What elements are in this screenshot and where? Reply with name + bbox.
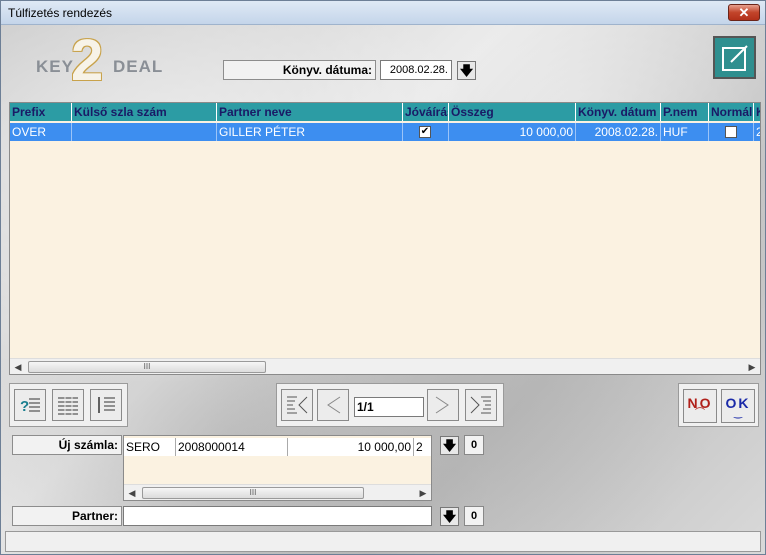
date-input[interactable]: 2008.02.28.: [380, 60, 452, 80]
uj-szamla-prefix: SERO: [124, 438, 176, 456]
uj-szamla-extra: 2: [414, 438, 431, 456]
cell-prefix: OVER: [10, 123, 72, 141]
cell-p-nem: HUF: [661, 123, 709, 141]
main-window: Túlfizetés rendezés ✕ KEY 2 DEAL Könyv. …: [0, 0, 766, 555]
columns-list-button[interactable]: [52, 389, 84, 421]
logo-deal-text: DEAL: [113, 57, 164, 76]
next-page-button[interactable]: [427, 389, 459, 421]
uj-szamla-osszeg: 10 000,00: [288, 438, 414, 456]
edit-form-button[interactable]: [713, 36, 756, 79]
page-indicator[interactable]: 1/1: [354, 397, 424, 417]
cell-osszeg: 10 000,00: [449, 123, 576, 141]
column-header-jovairas[interactable]: Jóváírás: [403, 103, 449, 121]
svg-text:?: ?: [20, 398, 29, 415]
scroll-left-icon[interactable]: ◀: [124, 485, 140, 500]
cell-k: 2: [754, 123, 760, 141]
jovairas-checkbox[interactable]: ✔: [419, 126, 431, 138]
column-header-p-nem[interactable]: P.nem: [661, 103, 709, 121]
title-bar: Túlfizetés rendezés ✕: [1, 1, 765, 25]
down-arrow-icon: 🡇: [442, 509, 457, 524]
column-header-kulso-szla-szam[interactable]: Külső szla szám: [72, 103, 217, 121]
grid-horizontal-scrollbar[interactable]: ◀ III ▶: [10, 358, 760, 374]
close-button[interactable]: ✕: [728, 4, 760, 21]
column-header-normal[interactable]: Normál: [709, 103, 754, 121]
scroll-thumb[interactable]: III: [142, 487, 364, 499]
grid-header: Prefix Külső szla szám Partner neve Jóvá…: [10, 103, 760, 121]
transactions-grid[interactable]: Prefix Külső szla szám Partner neve Jóvá…: [9, 102, 761, 375]
help-list-icon: ?: [20, 398, 40, 415]
scroll-right-icon[interactable]: ▶: [744, 359, 760, 374]
next-page-icon: [435, 396, 449, 414]
cell-konyv-datum: 2008.02.28.: [576, 123, 661, 141]
action-panel: NO ⌒ OK ‿: [678, 383, 759, 427]
ok-button[interactable]: OK ‿: [721, 389, 755, 423]
date-label: Könyv. dátuma:: [223, 60, 376, 80]
uj-szamla-szam: 2008000014: [176, 438, 288, 456]
first-page-icon: [287, 396, 308, 414]
scroll-thumb[interactable]: III: [28, 361, 266, 373]
down-arrow-icon: 🡇: [459, 63, 474, 78]
cell-normal: [709, 123, 754, 141]
sad-face-icon: ⌒: [695, 408, 705, 419]
last-page-button[interactable]: [465, 389, 497, 421]
column-header-konyv-datum[interactable]: Könyv. dátum: [576, 103, 661, 121]
table-row[interactable]: OVER GILLER PÉTER ✔ 10 000,00 2008.02.28…: [10, 123, 760, 141]
key2deal-logo: KEY 2 DEAL: [31, 28, 166, 93]
logo-key-text: KEY: [36, 57, 74, 76]
sort-list-icon: [98, 397, 115, 413]
column-header-partner-neve[interactable]: Partner neve: [217, 103, 403, 121]
no-button[interactable]: NO ⌒: [683, 389, 717, 423]
cell-kulso-szla-szam: [72, 123, 217, 141]
last-page-icon: [470, 396, 491, 414]
help-list-button[interactable]: ?: [14, 389, 46, 421]
columns-list-icon: [58, 397, 78, 415]
edit-form-icon: [721, 44, 748, 71]
scroll-right-icon[interactable]: ▶: [415, 485, 431, 500]
uj-szamla-horizontal-scrollbar[interactable]: ◀ III ▶: [124, 484, 431, 500]
grid-tools-panel: ?: [9, 383, 128, 427]
window-title: Túlfizetés rendezés: [8, 6, 113, 20]
status-bar: [5, 531, 761, 552]
column-header-k[interactable]: K: [754, 103, 760, 121]
date-dropdown-button[interactable]: 🡇: [457, 61, 476, 80]
partner-dropdown-button[interactable]: 🡇: [440, 507, 459, 526]
uj-szamla-zero-button[interactable]: 0: [464, 435, 484, 455]
cell-jovairas: ✔: [403, 123, 449, 141]
first-page-button[interactable]: [281, 389, 313, 421]
logo-two-text: 2: [71, 28, 104, 93]
smile-face-icon: ‿: [733, 408, 743, 419]
partner-zero-button[interactable]: 0: [464, 506, 484, 526]
partner-input[interactable]: [123, 506, 432, 526]
partner-label: Partner:: [12, 506, 122, 526]
prev-page-button[interactable]: [317, 389, 349, 421]
prev-page-icon: [327, 396, 341, 414]
list-item[interactable]: SERO 2008000014 10 000,00 2: [124, 438, 431, 456]
normal-checkbox[interactable]: [725, 126, 737, 138]
uj-szamla-list[interactable]: SERO 2008000014 10 000,00 2 ◀ III ▶: [123, 435, 432, 501]
down-arrow-icon: 🡇: [442, 438, 457, 453]
uj-szamla-label: Új számla:: [12, 435, 122, 455]
column-header-osszeg[interactable]: Összeg: [449, 103, 576, 121]
sort-list-button[interactable]: [90, 389, 122, 421]
cell-partner-neve: GILLER PÉTER: [217, 123, 403, 141]
scroll-left-icon[interactable]: ◀: [10, 359, 26, 374]
column-header-prefix[interactable]: Prefix: [10, 103, 72, 121]
uj-szamla-dropdown-button[interactable]: 🡇: [440, 436, 459, 455]
